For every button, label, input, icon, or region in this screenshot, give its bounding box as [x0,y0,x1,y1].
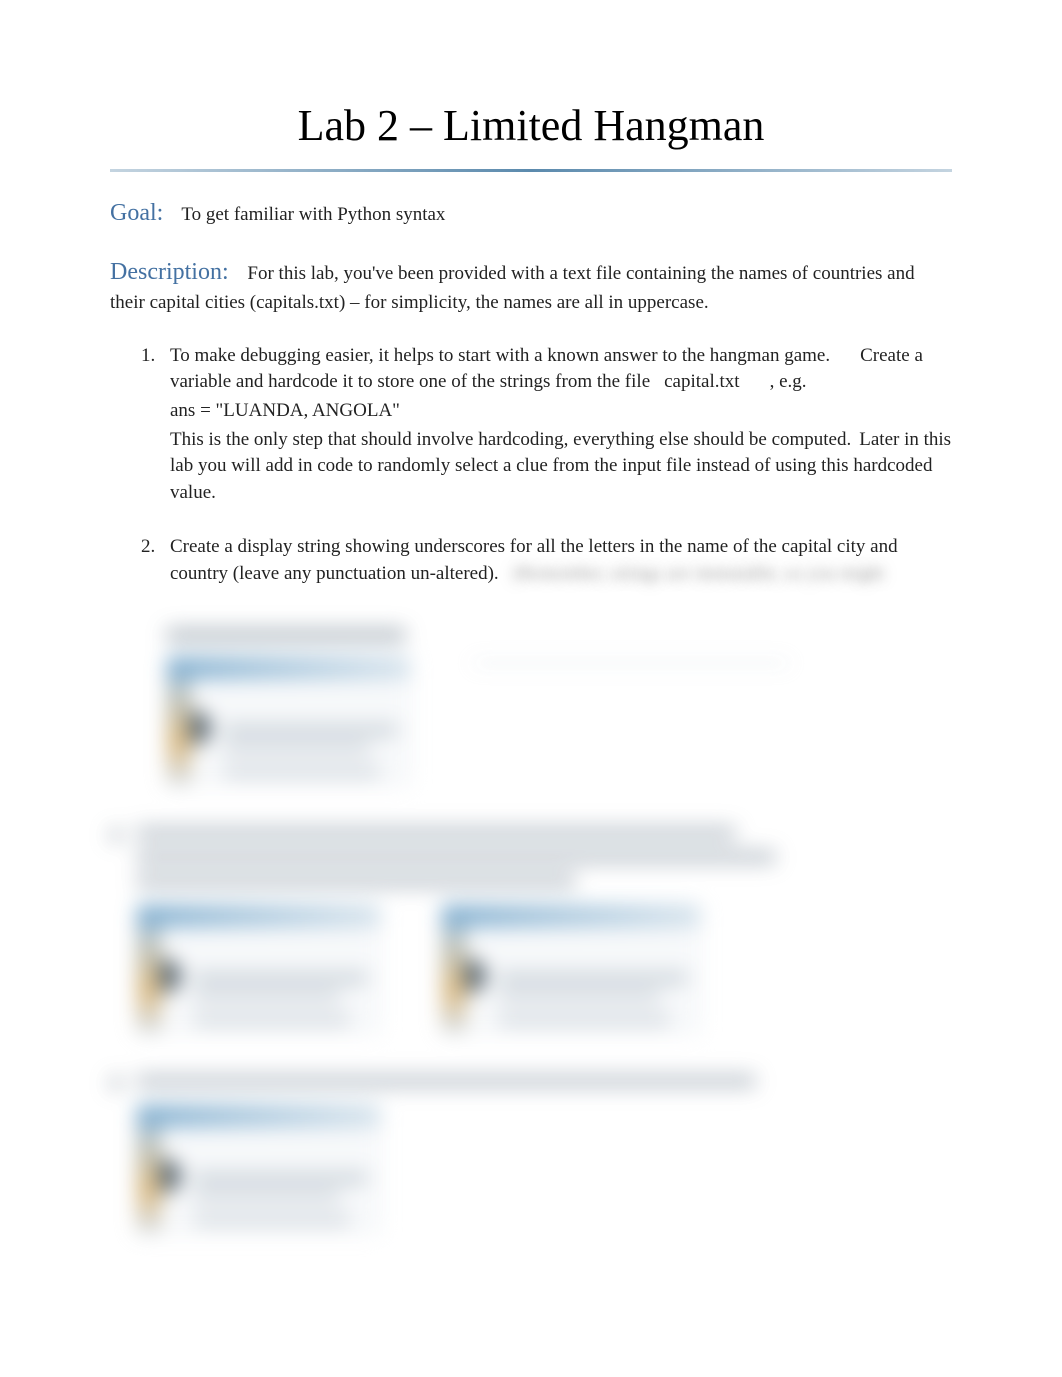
page-title: Lab 2 – Limited Hangman [110,100,952,151]
blurred-example-card [166,656,411,786]
list-item: To make debugging easier, it helps to st… [160,343,952,507]
blurred-example-card [136,904,381,1034]
item1-eg: , e.g. [770,371,807,392]
blurred-example-card [136,1104,381,1234]
instruction-list: To make debugging easier, it helps to st… [110,343,952,588]
item1-code: ans = "LUANDA, ANGOLA" [170,398,952,425]
goal-section: Goal: To get familiar with Python syntax [110,200,952,229]
list-item: Create a display string showing undersco… [160,534,952,587]
goal-label: Goal: [110,200,163,226]
description-text: For this lab, you've been provided with … [110,263,915,314]
item1-text-a: To make debugging easier, it helps to st… [170,345,830,366]
item1-text-c: This is the only step that should involv… [170,429,851,450]
title-divider [110,169,952,172]
blurred-content-region [110,628,952,1234]
description-section: Description: For this lab, you've been p… [110,255,952,317]
item2-blurred-hint: (Remember, strings are immutable, so you… [513,563,885,584]
description-label: Description: [110,259,229,285]
blurred-example-card [441,904,701,1034]
item1-filename: capital.txt [664,371,739,392]
goal-text: To get familiar with Python syntax [181,204,445,225]
